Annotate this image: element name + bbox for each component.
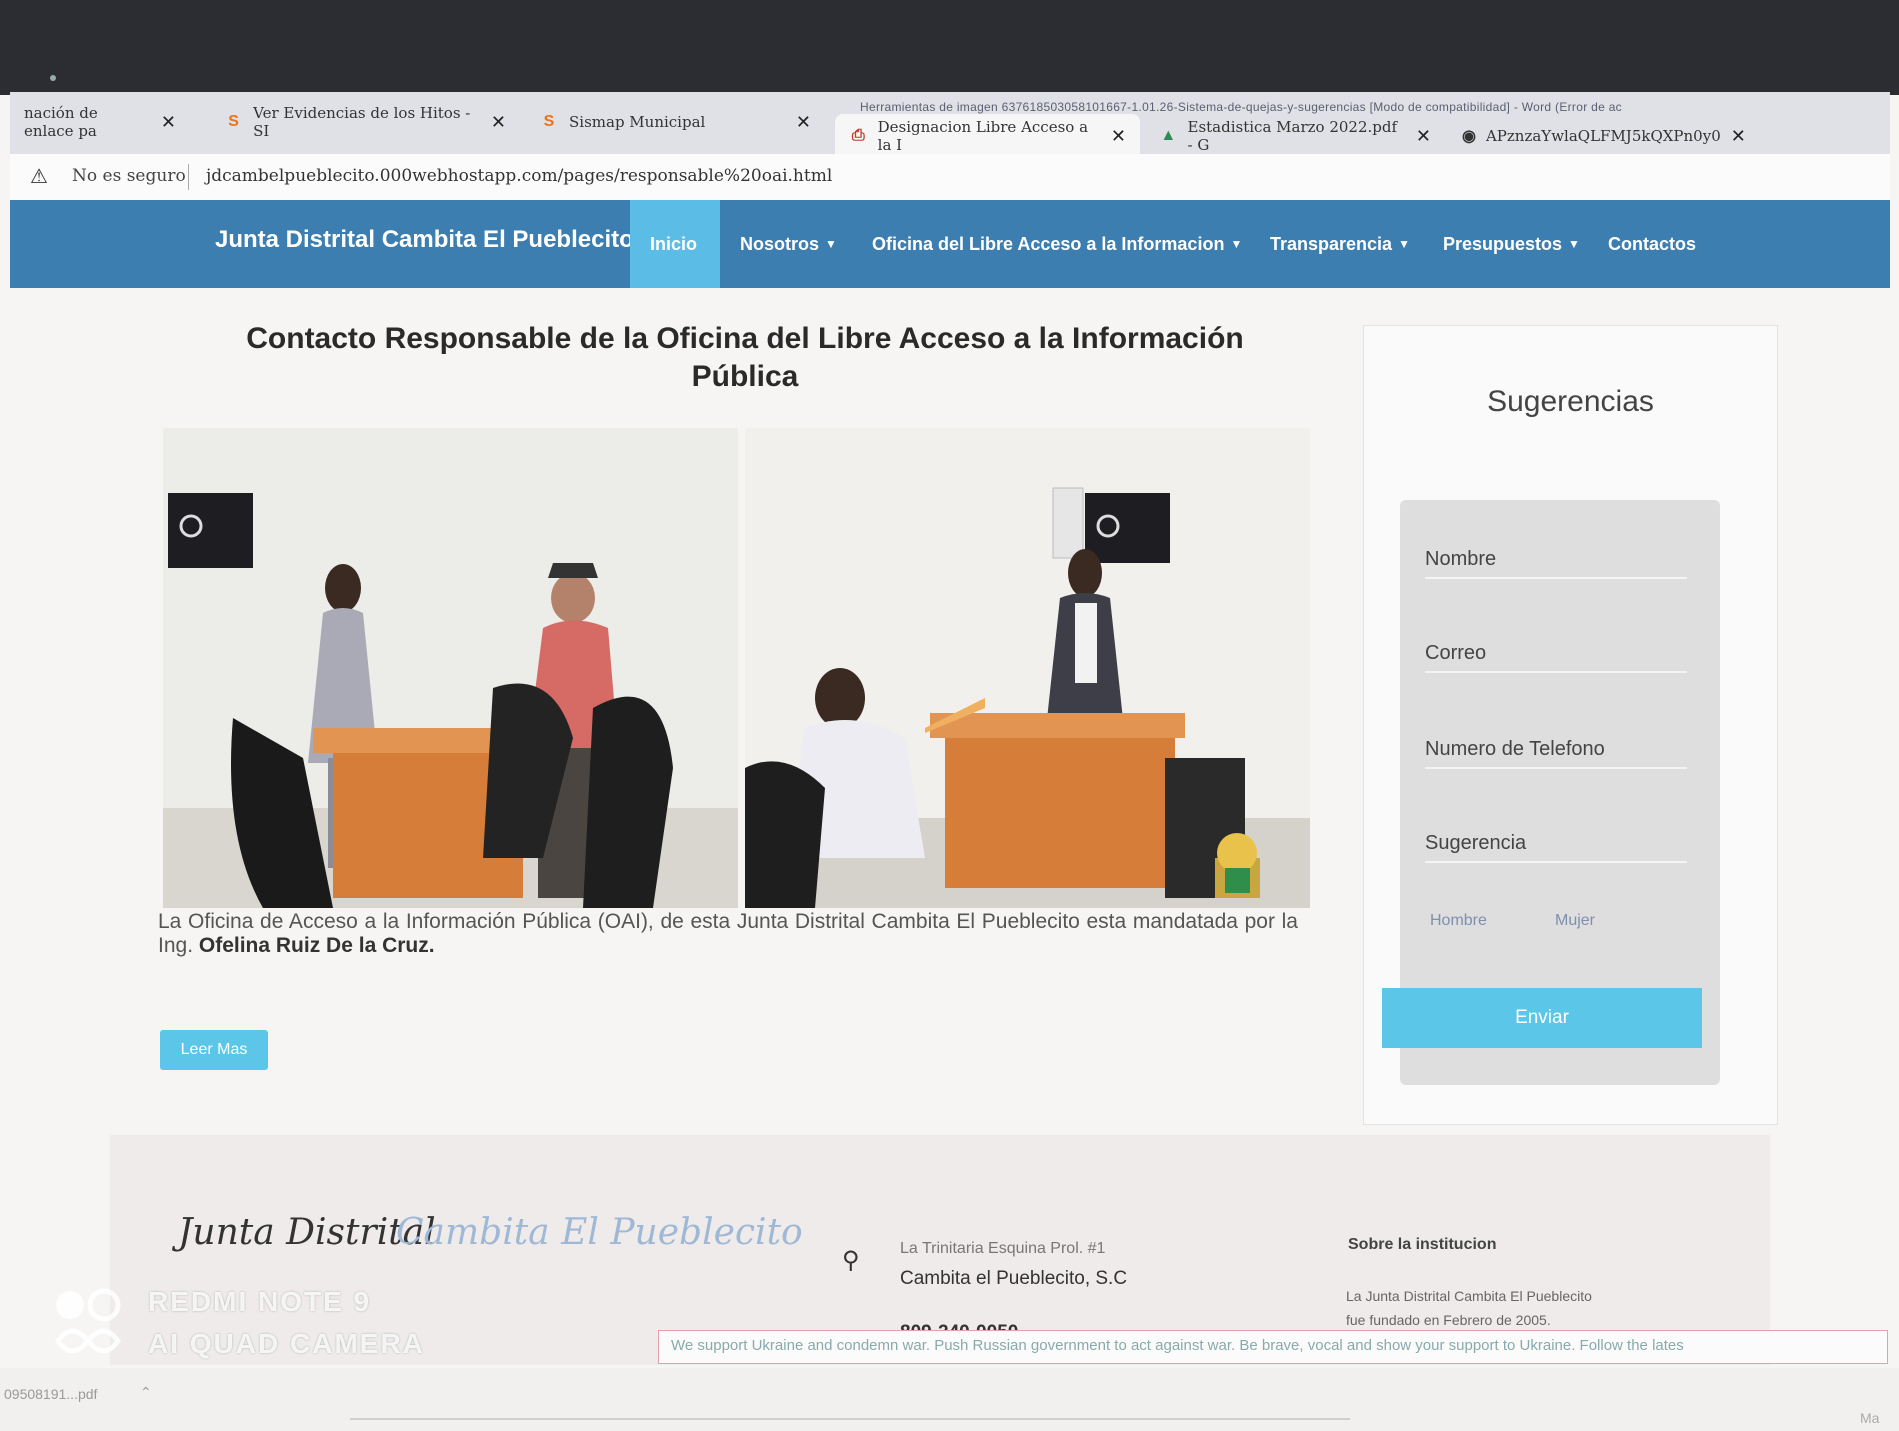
nav-label: Presupuestos bbox=[1443, 233, 1563, 254]
security-label[interactable]: No es seguro bbox=[72, 166, 186, 186]
window-title: Herramientas de imagen 63761850305810166… bbox=[860, 100, 1622, 114]
nav-contactos[interactable]: Contactos bbox=[1588, 200, 1716, 288]
nav-presupuestos[interactable]: Presupuestos ▼ bbox=[1423, 200, 1600, 288]
tab-label: Designacion Libre Acceso a la I bbox=[877, 118, 1089, 154]
nav-label: Inicio bbox=[650, 233, 698, 254]
s-logo-icon: S bbox=[543, 113, 555, 130]
site-brand[interactable]: Junta Distrital Cambita El Pueblecito bbox=[215, 226, 634, 254]
close-icon[interactable]: ✕ bbox=[161, 112, 176, 133]
download-shelf bbox=[0, 1368, 1899, 1431]
address-line-1: La Trinitaria Esquina Prol. #1 bbox=[900, 1240, 1106, 1257]
tab-5[interactable]: ◉ APznzaYwlaQLFMJ5kQXPn0y0 ✕ bbox=[1448, 114, 1748, 158]
address-line-2: Cambita el Pueblecito, S.C bbox=[900, 1268, 1128, 1289]
chevron-up-icon[interactable]: ⌃ bbox=[140, 1384, 152, 1401]
divider bbox=[188, 164, 189, 190]
tab-3[interactable]: ⎙ Designacion Libre Acceso a la I ✕ bbox=[835, 114, 1140, 158]
photo-document-handover bbox=[745, 428, 1310, 908]
nav-nosotros[interactable]: Nosotros ▼ bbox=[720, 200, 857, 288]
phone-field[interactable]: Numero de Telefono bbox=[1425, 738, 1687, 769]
tab-2[interactable]: S Sismap Municipal ✕ bbox=[525, 100, 825, 144]
submit-button[interactable]: Enviar bbox=[1382, 988, 1702, 1048]
page-title: Contacto Responsable de la Oficina del L… bbox=[246, 322, 1244, 393]
name-field[interactable]: Nombre bbox=[1425, 548, 1687, 579]
read-more-button[interactable]: Leer Mas bbox=[160, 1030, 268, 1070]
monitor-bezel bbox=[0, 0, 1899, 95]
nav-label: Contactos bbox=[1608, 233, 1697, 254]
suggestions-title: Sugerencias bbox=[1487, 385, 1654, 418]
nav-inicio[interactable]: Inicio bbox=[630, 200, 720, 288]
s-logo-icon: S bbox=[228, 113, 239, 130]
tab-0[interactable]: nación de enlace pa ✕ bbox=[10, 100, 190, 144]
tab-label: nación de enlace pa bbox=[24, 104, 98, 140]
close-icon[interactable]: ✕ bbox=[491, 112, 506, 133]
pdf-icon: ⎙ bbox=[851, 127, 865, 144]
divider bbox=[350, 1418, 1350, 1420]
close-icon[interactable]: ✕ bbox=[1731, 126, 1746, 147]
download-filename[interactable]: 09508191...pdf bbox=[4, 1386, 97, 1402]
tab-4[interactable]: ▲ Estadistica Marzo 2022.pdf - G ✕ bbox=[1145, 114, 1445, 158]
warning-icon: ⚠ bbox=[30, 166, 48, 188]
caret-down-icon: ▼ bbox=[1230, 237, 1243, 251]
caret-down-icon: ▼ bbox=[1398, 237, 1410, 251]
caret-down-icon: ▼ bbox=[825, 237, 837, 251]
bezel-dot bbox=[50, 75, 56, 81]
corner-text: Ma bbox=[1860, 1410, 1880, 1426]
tab-1[interactable]: S Ver Evidencias de los Hitos - SI ✕ bbox=[210, 100, 520, 144]
nav-label: Nosotros bbox=[740, 233, 820, 254]
close-icon[interactable]: ✕ bbox=[1416, 126, 1431, 147]
camera-watermark-logo-icon bbox=[54, 1288, 122, 1354]
close-icon[interactable]: ✕ bbox=[1111, 126, 1126, 147]
about-heading: Sobre la institucion bbox=[1348, 1236, 1497, 1253]
responsible-name: Ofelina Ruiz De la Cruz. bbox=[198, 934, 435, 957]
about-line-2: fue fundado en Febrero de 2005. bbox=[1346, 1312, 1551, 1328]
tab-label: Ver Evidencias de los Hitos - SI bbox=[253, 104, 471, 140]
tab-label: APznzaYwlaQLFMJ5kQXPn0y0 bbox=[1485, 127, 1721, 145]
footer-brand-part2: Cambita El Pueblecito bbox=[396, 1212, 803, 1253]
watermark-line-1: REDMI NOTE 9 bbox=[148, 1286, 372, 1317]
oai-description: La Oficina de Acceso a la Información Pú… bbox=[158, 910, 1298, 958]
tab-label: Sismap Municipal bbox=[569, 113, 706, 131]
ukraine-banner[interactable]: We support Ukraine and condemn war. Push… bbox=[658, 1330, 1888, 1364]
nav-label: Transparencia bbox=[1270, 233, 1393, 254]
address-bar[interactable]: ⚠ No es seguro jdcambelpueblecito.000web… bbox=[10, 154, 1890, 200]
about-line-1: La Junta Distrital Cambita El Pueblecito bbox=[1346, 1288, 1592, 1304]
nav-label: Oficina del Libre Acceso a la Informacio… bbox=[872, 233, 1225, 254]
watermark-line-2: AI QUAD CAMERA bbox=[148, 1328, 425, 1359]
radio-hombre[interactable]: Hombre bbox=[1430, 912, 1487, 930]
globe-icon: ◉ bbox=[1462, 128, 1476, 145]
caret-down-icon: ▼ bbox=[1568, 237, 1580, 251]
nav-transparencia[interactable]: Transparencia ▼ bbox=[1250, 200, 1430, 288]
site-navbar: Junta Distrital Cambita El Pueblecito In… bbox=[10, 200, 1890, 288]
close-icon[interactable]: ✕ bbox=[796, 112, 811, 133]
url-text[interactable]: jdcambelpueblecito.000webhostapp.com/pag… bbox=[206, 166, 832, 186]
email-field[interactable]: Correo bbox=[1425, 642, 1687, 673]
radio-mujer[interactable]: Mujer bbox=[1555, 912, 1595, 930]
tab-label: Estadistica Marzo 2022.pdf - G bbox=[1187, 118, 1398, 154]
drive-icon: ▲ bbox=[1160, 127, 1177, 144]
location-pin-icon: ⚲ bbox=[842, 1247, 860, 1274]
nav-oficina[interactable]: Oficina del Libre Acceso a la Informacio… bbox=[852, 200, 1262, 288]
suggestion-field[interactable]: Sugerencia bbox=[1425, 832, 1687, 863]
photo-handshake bbox=[163, 428, 738, 908]
